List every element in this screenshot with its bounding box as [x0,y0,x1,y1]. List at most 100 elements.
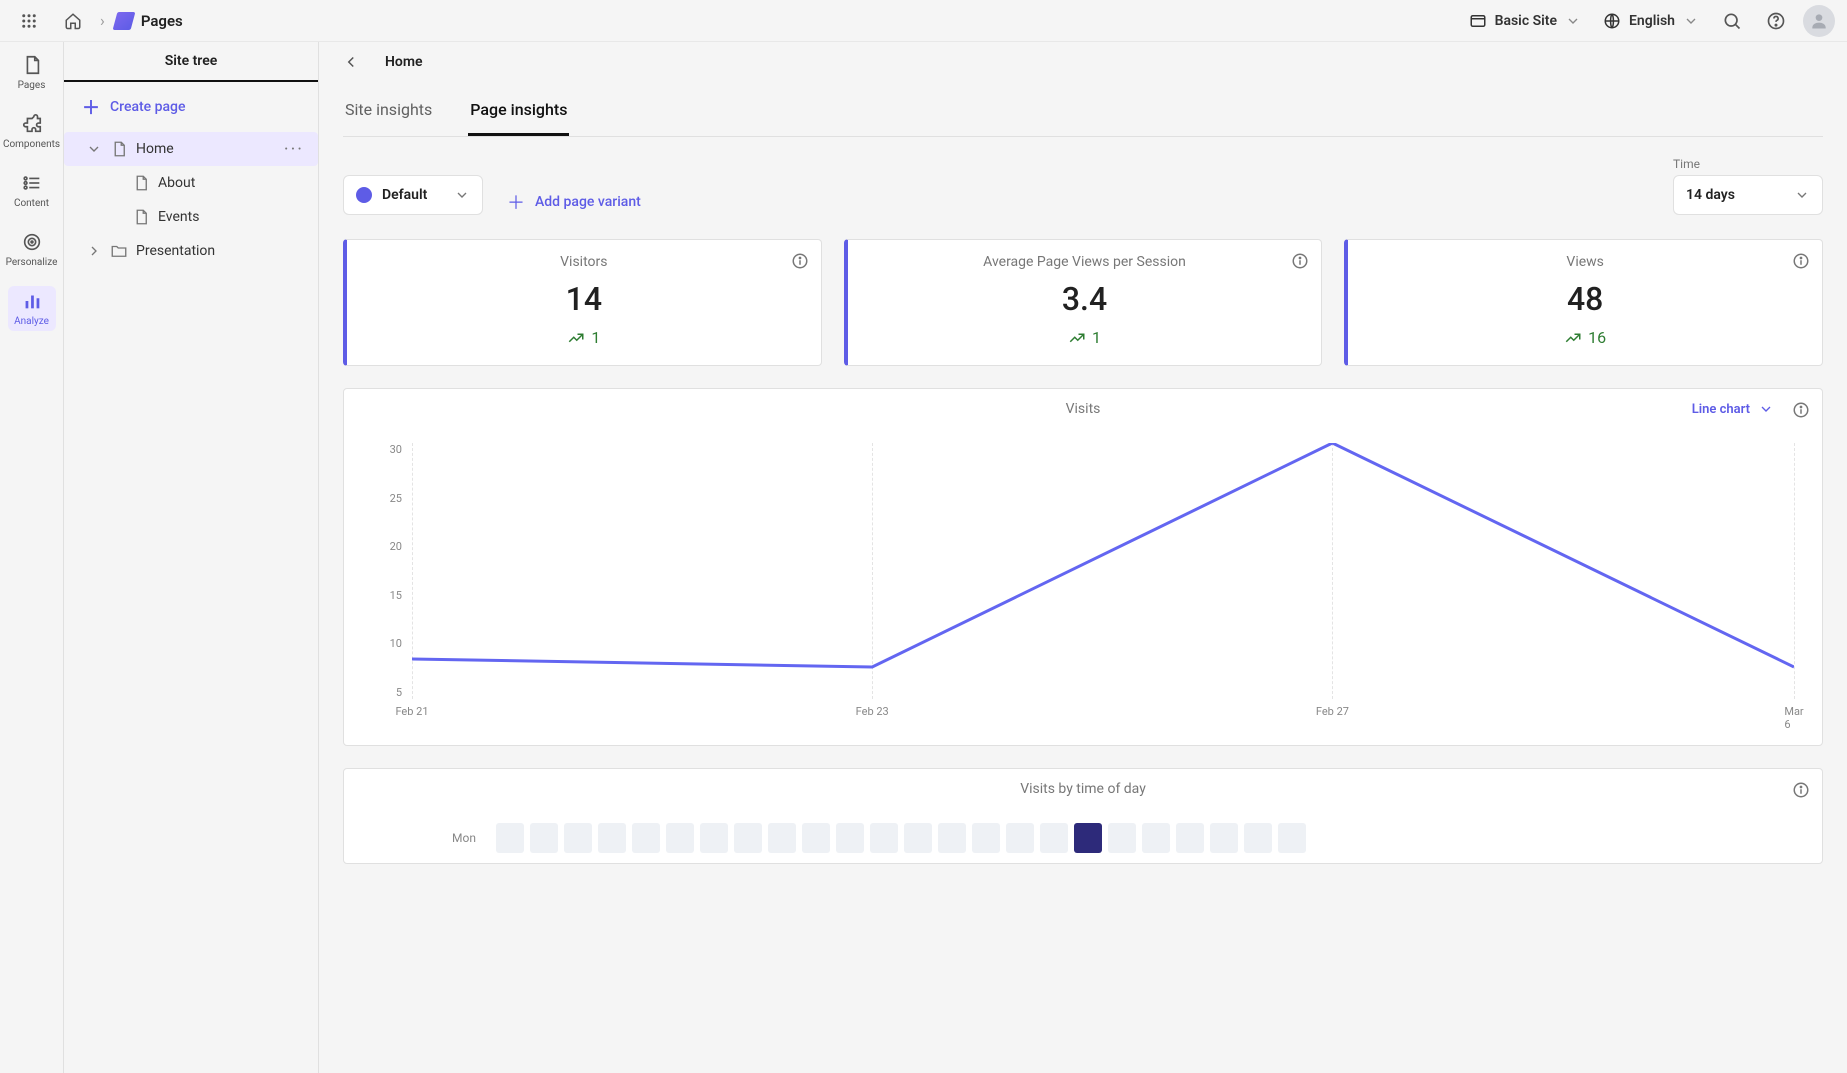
heatmap-cell [802,823,830,853]
home-icon[interactable] [56,4,90,38]
panel-title: Visits by time of day [1020,781,1146,797]
time-selector[interactable]: 14 days [1673,175,1823,215]
create-page-label: Create page [110,99,186,115]
metric-title: Average Page Views per Session [983,254,1186,270]
avatar-icon [1809,11,1829,31]
heatmap-cell [1108,823,1136,853]
target-icon [21,231,43,253]
tree-node-label: Home [136,141,174,157]
heatmap-row: Mon [362,823,1804,853]
page-icon [132,208,150,226]
rail-label: Components [3,139,60,150]
visits-chart-panel: Visits Line chart 30252015105Feb 21Feb 2… [343,388,1823,746]
panel-title: Visits [1066,401,1101,417]
tree-node[interactable]: Presentation [64,234,318,268]
rail-label: Analyze [14,316,49,327]
apps-icon[interactable] [12,4,46,38]
variant-swatch-icon [356,187,372,203]
main-content: Home Site insights Page insights Default … [319,42,1847,1073]
tab[interactable]: Page insights [468,86,569,136]
metric-cards: Visitors141Average Page Views per Sessio… [343,239,1823,366]
rail-item-components[interactable]: Components [8,109,56,154]
language-selector[interactable]: English [1597,8,1705,34]
back-button[interactable] [337,48,365,76]
language-name: English [1629,13,1675,29]
page-icon [21,54,43,76]
breadcrumb[interactable]: Pages [115,12,183,30]
rail-label: Pages [18,80,46,91]
tree-node[interactable]: About [64,166,318,200]
plus-icon: ＋ [507,189,525,215]
variant-selector[interactable]: Default [343,175,483,215]
more-icon[interactable]: ··· [280,139,308,160]
info-icon[interactable] [1792,781,1810,799]
metric-value: 14 [566,280,602,318]
info-icon[interactable] [1792,252,1810,270]
chevron-down-icon [454,187,470,203]
tree-node[interactable]: Home ··· [64,132,318,166]
chevron-right-icon[interactable] [86,243,102,259]
heatmap-cell [564,823,592,853]
info-icon[interactable] [791,252,809,270]
chart-type-selector[interactable]: Line chart [1692,401,1774,417]
add-variant-button[interactable]: ＋ Add page variant [507,189,641,215]
breadcrumb-separator: › [100,11,105,30]
tab[interactable]: Site insights [343,86,434,136]
chevron-down-icon[interactable] [86,141,102,157]
metric-delta: 16 [1564,328,1606,347]
heatmap-cell [1244,823,1272,853]
page-subheader: Home [319,42,1847,82]
y-tick-label: 30 [390,443,402,456]
tree-node-label: Events [158,209,199,225]
x-tick-label: Mar 6 [1784,705,1803,731]
site-tree-panel: Site tree ＋ Create page Home···AboutEven… [64,42,319,1073]
tree-node[interactable]: Events [64,200,318,234]
nav-rail: Pages Components Content Personalize Ana… [0,42,64,1073]
heatmap-cell [904,823,932,853]
heatmap-cell [870,823,898,853]
metric-card: Views4816 [1344,239,1823,366]
visits-line-chart: 30252015105Feb 21Feb 23Feb 27Mar 6 [362,443,1804,723]
rail-label: Content [14,198,49,209]
help-icon[interactable] [1759,4,1793,38]
create-page-button[interactable]: ＋ Create page [64,82,318,132]
search-icon[interactable] [1715,4,1749,38]
site-icon [1469,12,1487,30]
puzzle-icon [21,113,43,135]
y-tick-label: 15 [390,589,402,602]
info-icon[interactable] [1792,401,1810,419]
trend-up-icon [1068,329,1086,347]
metric-value: 3.4 [1062,280,1107,318]
chevron-down-icon [1794,187,1810,203]
metric-title: Visitors [560,254,607,270]
globe-icon [1603,12,1621,30]
chevron-down-icon [1758,401,1774,417]
folder-icon [110,242,128,260]
metric-card: Average Page Views per Session3.41 [844,239,1323,366]
global-header: › Pages Basic Site English [0,0,1847,42]
insights-tabs: Site insights Page insights [343,86,1823,137]
user-avatar[interactable] [1803,5,1835,37]
controls-row: Default ＋ Add page variant Time 14 days [343,157,1823,215]
list-icon [21,172,43,194]
heatmap-cell [700,823,728,853]
time-value: 14 days [1686,187,1735,203]
info-icon[interactable] [1291,252,1309,270]
rail-item-content[interactable]: Content [8,168,56,213]
heatmap-cell [598,823,626,853]
metric-value: 48 [1567,280,1603,318]
site-selector[interactable]: Basic Site [1463,8,1587,34]
heatmap-cell [1176,823,1204,853]
trend-up-icon [1564,329,1582,347]
heatmap-cell [972,823,1000,853]
page-title: Home [385,54,423,70]
x-tick-label: Feb 21 [395,705,428,718]
x-tick-label: Feb 27 [1316,705,1349,718]
tree-node-label: About [158,175,195,191]
heatmap-cell [836,823,864,853]
site-name: Basic Site [1495,13,1557,29]
rail-item-personalize[interactable]: Personalize [8,227,56,272]
rail-item-analyze[interactable]: Analyze [8,286,56,331]
y-tick-label: 10 [390,637,402,650]
rail-item-pages[interactable]: Pages [8,50,56,95]
